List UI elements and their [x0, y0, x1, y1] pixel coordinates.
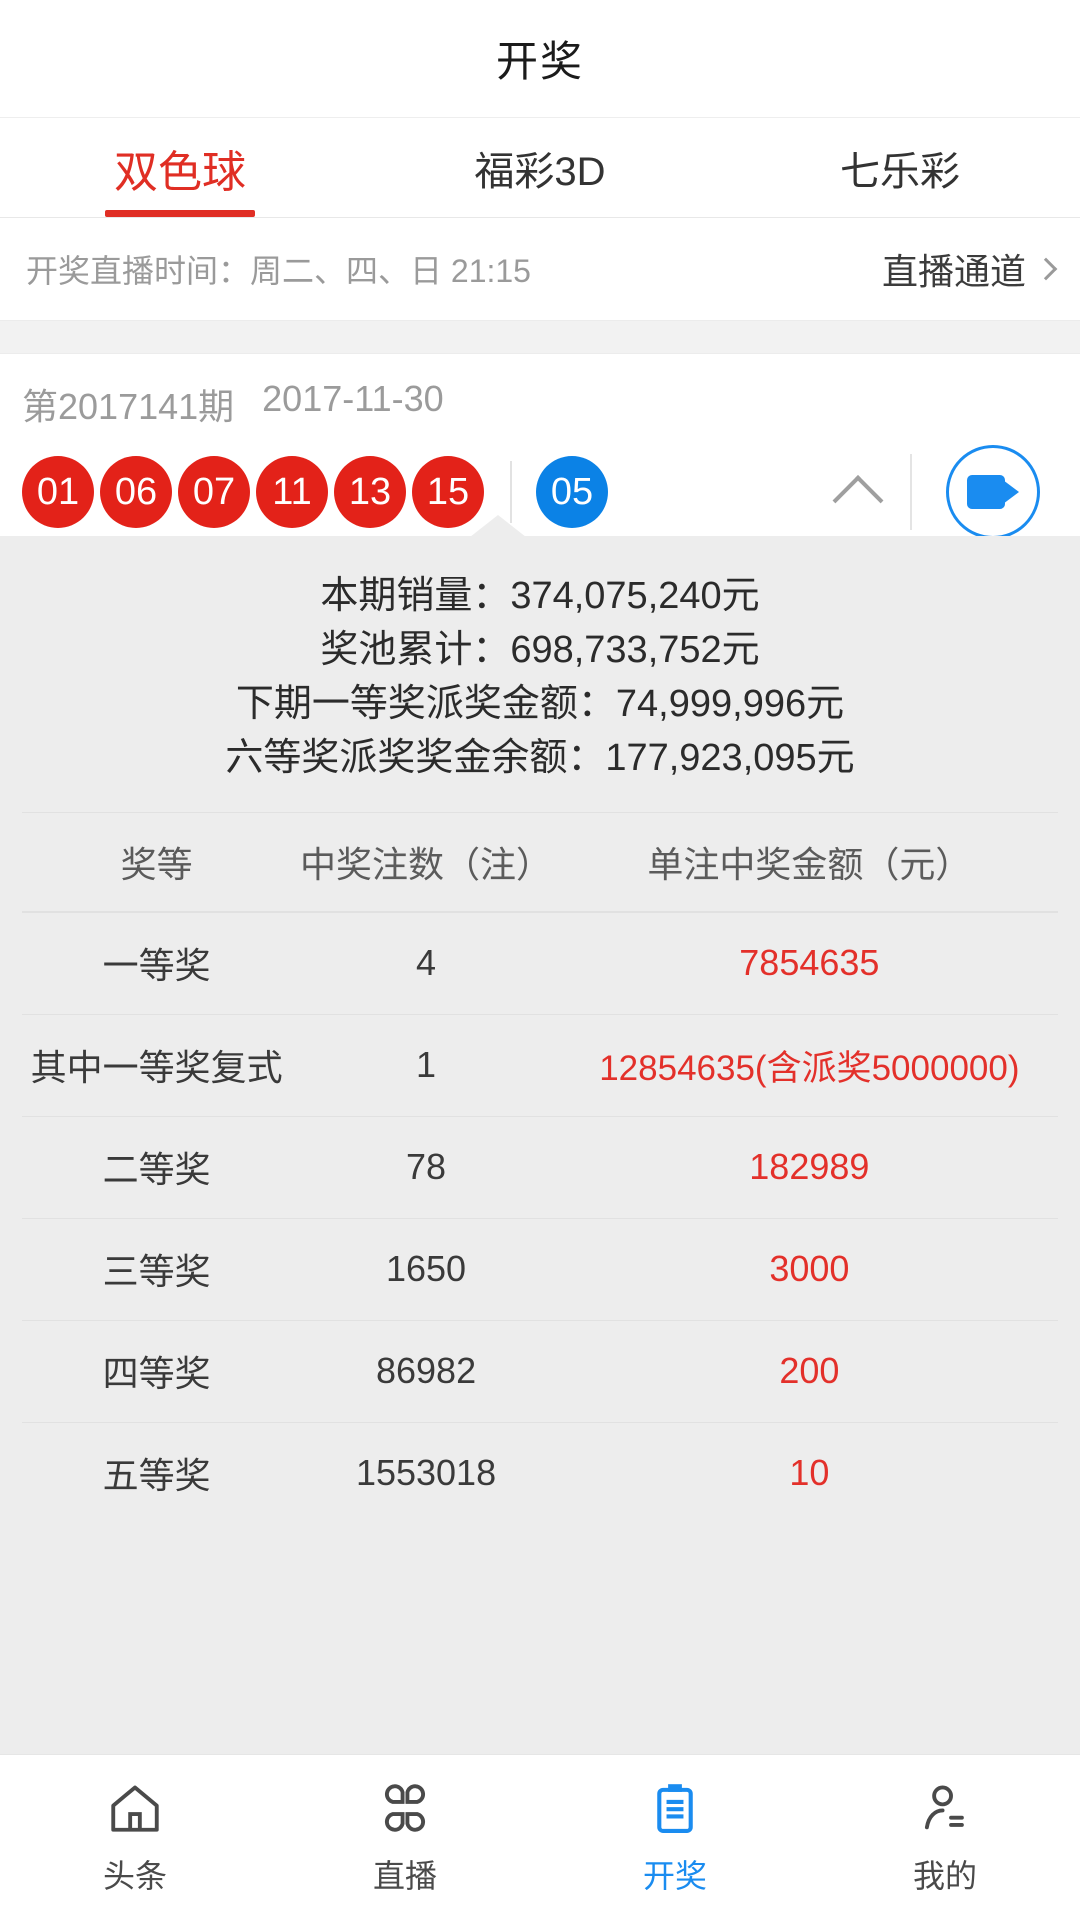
- red-ball: 06: [100, 456, 172, 528]
- prize-level: 一等奖: [102, 945, 211, 987]
- blue-ball: 05: [536, 456, 608, 528]
- clipboard-icon: [657, 1783, 693, 1833]
- bottom-navigation: 头条 直播 开奖 我的: [0, 1754, 1080, 1920]
- column-header-level: 奖等: [120, 843, 193, 885]
- live-channel-button[interactable]: 直播通道: [881, 243, 1058, 295]
- table-row: 四等奖 86982 200: [22, 1319, 1058, 1422]
- prize-amount: 3000: [769, 1248, 850, 1290]
- tab-shuangseqiu[interactable]: 双色球: [0, 118, 360, 217]
- table-row: 五等奖 1553018 10: [22, 1421, 1058, 1524]
- panel-pointer: [470, 515, 526, 537]
- prize-level: 五等奖: [102, 1455, 211, 1497]
- nav-item-toutiao[interactable]: 头条: [0, 1755, 270, 1920]
- prize-amount: 10: [789, 1452, 830, 1494]
- prize-count: 1650: [385, 1248, 467, 1290]
- stat-line-sales: 本期销量：374,075,240元: [320, 575, 760, 617]
- stat-line-sixth-prize-balance: 六等奖派奖奖金余额：177,923,095元: [225, 736, 855, 779]
- person-icon: [924, 1785, 964, 1829]
- draw-header: 第2017141期 2017-11-30: [22, 378, 1058, 430]
- table-row: 三等奖 1650 3000: [22, 1217, 1058, 1320]
- prize-count: 86982: [375, 1350, 477, 1392]
- video-replay-button[interactable]: [946, 445, 1040, 539]
- tab-label: 双色球: [114, 147, 246, 197]
- prize-amount: 200: [779, 1350, 840, 1392]
- draw-details-panel: 本期销量：374,075,240元 奖池累计：698,733,752元 下期一等…: [0, 515, 1080, 1754]
- prize-count: 4: [416, 942, 437, 984]
- tab-label: 福彩3D: [474, 149, 606, 194]
- video-camera-icon: [967, 475, 1019, 509]
- prize-count: 1: [416, 1044, 437, 1086]
- section-divider: [0, 320, 1080, 354]
- grid-petal-icon: [384, 1783, 426, 1832]
- winning-numbers-row: 01 06 07 11 13 15 05: [22, 445, 1058, 539]
- nav-label: 开奖: [642, 1857, 707, 1894]
- draw-result-block: 第2017141期 2017-11-30 01 06 07 11 13 15 0…: [0, 354, 1080, 539]
- tab-label: 七乐彩: [840, 149, 960, 194]
- tab-active-underline: [105, 210, 255, 217]
- draw-issue-label: 第2017141期: [22, 386, 235, 427]
- prize-amount: 7854635: [739, 942, 880, 984]
- table-row: 其中一等奖复式 1 12854635(含派奖5000000): [22, 1013, 1058, 1116]
- ball-separator: [510, 461, 512, 523]
- prize-level: 二等奖: [102, 1149, 211, 1191]
- red-ball: 07: [178, 456, 250, 528]
- tab-fucai3d[interactable]: 福彩3D: [360, 118, 720, 217]
- prize-level: 四等奖: [102, 1353, 211, 1395]
- red-ball: 11: [256, 456, 328, 528]
- nav-label: 直播: [372, 1857, 437, 1894]
- red-ball: 13: [334, 456, 406, 528]
- prize-table: 奖等 中奖注数（注） 单注中奖金额（元） 一等奖 4 7854635 其中一等奖…: [22, 811, 1058, 1524]
- stat-line-pool: 奖池累计：698,733,752元: [320, 628, 760, 671]
- title-bar: 开奖: [0, 0, 1080, 118]
- chevron-up-icon[interactable]: [832, 475, 884, 526]
- prize-table-header: 奖等 中奖注数（注） 单注中奖金额（元）: [22, 811, 1058, 912]
- vertical-divider: [910, 454, 912, 530]
- nav-item-wode[interactable]: 我的: [810, 1755, 1080, 1920]
- red-ball: 01: [22, 456, 94, 528]
- prize-level: 其中一等奖复式: [30, 1047, 283, 1089]
- column-header-amount: 单注中奖金额（元）: [647, 843, 972, 885]
- prize-count: 78: [406, 1146, 447, 1188]
- table-row: 一等奖 4 7854635: [22, 911, 1058, 1014]
- column-header-count: 中奖注数（注）: [300, 843, 553, 885]
- chevron-right-icon: [1034, 257, 1058, 281]
- stat-line-next-first-prize: 下期一等奖派奖金额：74,999,996元: [235, 682, 845, 725]
- sales-stats-block: 本期销量：374,075,240元 奖池累计：698,733,752元 下期一等…: [0, 536, 1080, 812]
- prize-level: 三等奖: [102, 1251, 211, 1293]
- nav-label: 我的: [912, 1857, 977, 1894]
- live-schedule-text: 开奖直播时间：周二、四、日 21:15: [26, 253, 531, 289]
- table-row: 二等奖 78 182989: [22, 1115, 1058, 1218]
- nav-item-zhibo[interactable]: 直播: [270, 1755, 540, 1920]
- page-title: 开奖: [495, 38, 584, 85]
- nav-label: 头条: [102, 1857, 167, 1894]
- live-schedule-bar: 开奖直播时间：周二、四、日 21:15 直播通道: [0, 218, 1080, 320]
- lottery-type-tabs: 双色球 福彩3D 七乐彩: [0, 118, 1080, 218]
- app-screen: 开奖 双色球 福彩3D 七乐彩 开奖直播时间：周二、四、日 21:15 直播通道…: [0, 0, 1080, 1920]
- draw-date: 2017-11-30: [262, 378, 444, 419]
- prize-count: 1553018: [355, 1452, 497, 1494]
- prize-amount: 12854635(含派奖5000000): [599, 1048, 1020, 1088]
- tab-qilecai[interactable]: 七乐彩: [720, 118, 1080, 217]
- home-icon: [111, 1785, 159, 1832]
- prize-amount: 182989: [749, 1146, 870, 1188]
- nav-item-kaijiang[interactable]: 开奖: [540, 1755, 810, 1920]
- live-channel-label: 直播通道: [881, 251, 1026, 292]
